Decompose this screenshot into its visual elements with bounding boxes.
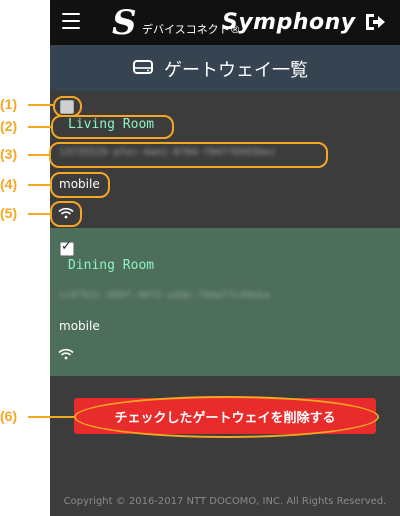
top-bar: S デバイスコネクト® Symphony: [50, 0, 400, 45]
annotation-leader: [28, 126, 52, 128]
annotation-highlight: [50, 172, 110, 198]
annotation-marker: (6): [0, 408, 18, 424]
menu-icon[interactable]: [62, 13, 80, 29]
gateway-checkbox[interactable]: [60, 239, 74, 256]
annotation-leader: [28, 213, 50, 215]
logo: S デバイスコネクト® Symphony: [112, 3, 355, 43]
gateway-item[interactable]: Dining Room cc07b2c-099f-40f2-a3de-799af…: [50, 228, 400, 376]
annotation-marker: (2): [0, 118, 18, 134]
app-screen: S デバイスコネクト® Symphony ゲートウェイ一覧 Living Roo…: [50, 0, 400, 516]
page-header: ゲートウェイ一覧: [50, 45, 400, 91]
connection-type: mobile: [59, 319, 100, 333]
gateway-icon: [133, 60, 153, 74]
annotation-leader: [28, 184, 50, 186]
annotation-highlight: [50, 201, 82, 227]
gateway-id: cc07b2c-099f-40f2-a3de-799af7c49eba: [59, 290, 270, 301]
annotation-leader: [28, 416, 74, 418]
logo-name: Symphony: [222, 10, 356, 35]
wifi-icon: [58, 348, 74, 360]
annotation-marker: (1): [0, 96, 18, 112]
logout-icon[interactable]: [364, 12, 386, 32]
annotation-highlight: [74, 396, 379, 438]
annotation-highlight: [53, 96, 82, 117]
annotation-leader: [28, 104, 54, 106]
annotation-leader: [28, 154, 50, 156]
logo-mark: S: [112, 3, 137, 43]
annotation-marker: (5): [0, 205, 18, 221]
page-title: ゲートウェイ一覧: [164, 60, 308, 81]
annotation-marker: (3): [0, 146, 18, 162]
annotation-highlight: [49, 142, 328, 168]
annotation-marker: (4): [0, 176, 18, 192]
gateway-name: Dining Room: [68, 258, 155, 273]
copyright: Copyright © 2016-2017 NTT DOCOMO, INC. A…: [63, 496, 387, 507]
annotation-highlight: [51, 115, 174, 139]
